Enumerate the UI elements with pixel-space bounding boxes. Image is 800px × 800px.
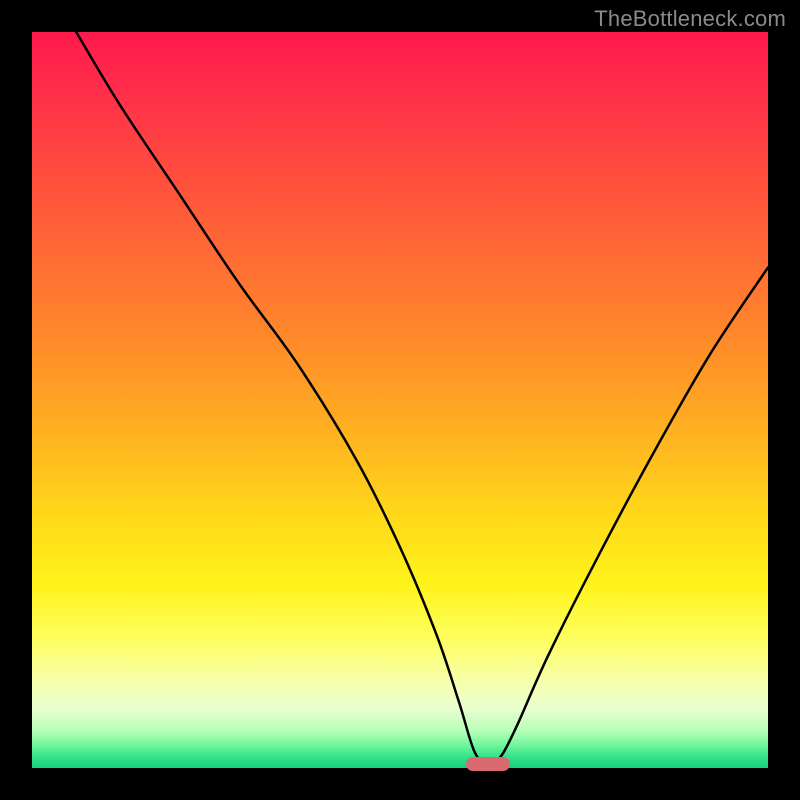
- chart-frame: TheBottleneck.com: [0, 0, 800, 800]
- watermark-text: TheBottleneck.com: [594, 6, 786, 32]
- curve-svg: [32, 32, 768, 768]
- plot-area: [32, 32, 768, 768]
- optimal-marker: [466, 757, 510, 771]
- bottleneck-curve: [76, 32, 768, 766]
